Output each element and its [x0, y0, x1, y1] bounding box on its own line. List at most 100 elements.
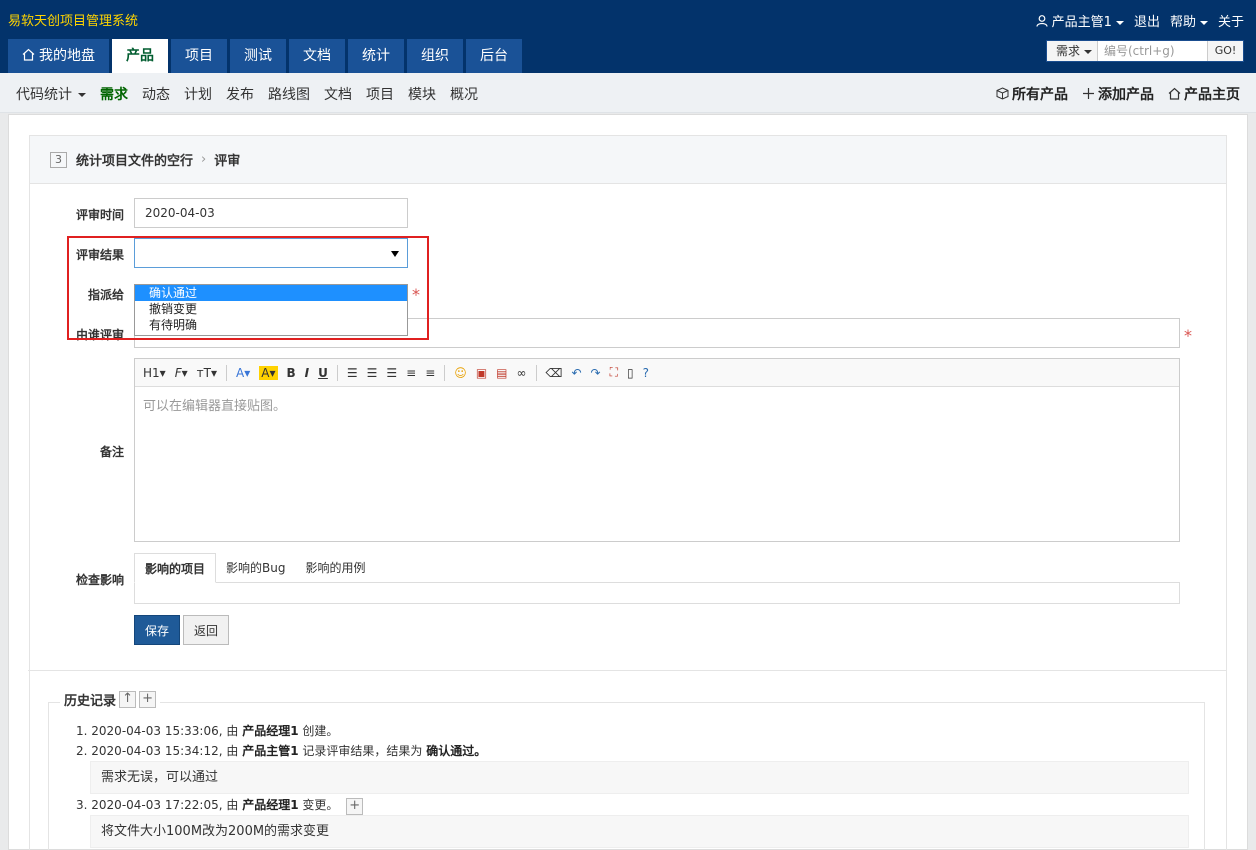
comment-editor: H1▾ F▾ тT▾ A▾ A▾ B I U ☰ ☰ ☰ ≡ ≡ ☺ ▣ ▤ ∞…	[134, 358, 1180, 542]
align-right-icon[interactable]: ☰	[386, 366, 397, 380]
nav-tab-doc[interactable]: 文档	[289, 39, 345, 73]
subnav-roadmap[interactable]: 路线图	[268, 84, 310, 104]
history-comment: 需求无误，可以通过	[90, 761, 1189, 794]
history-item: 3. 2020-04-03 17:22:05, 由 产品经理1 变更。 +	[76, 796, 364, 815]
tab-affected-bugs[interactable]: 影响的Bug	[216, 553, 295, 582]
home-icon	[22, 48, 35, 61]
editor-placeholder[interactable]: 可以在编辑器直接贴图。	[135, 387, 1179, 422]
subnav-view[interactable]: 概况	[450, 84, 478, 104]
heading-button[interactable]: H1▾	[143, 366, 166, 380]
subnav-doc[interactable]: 文档	[324, 84, 352, 104]
code-icon[interactable]: ▤	[496, 366, 507, 380]
history-item: 2. 2020-04-03 15:34:12, 由 产品主管1 记录评审结果，结…	[76, 744, 487, 758]
eraser-icon[interactable]: ⌫	[546, 366, 563, 380]
nav-tab-product[interactable]: 产品	[112, 39, 168, 73]
sub-nav: 代码统计 需求 动态 计划 发布 路线图 文档 项目 模块 概况 所有产品 添加…	[0, 73, 1256, 113]
editor-toolbar: H1▾ F▾ тT▾ A▾ A▾ B I U ☰ ☰ ☰ ≡ ≡ ☺ ▣ ▤ ∞…	[135, 359, 1179, 387]
help-icon[interactable]: ?	[643, 366, 649, 380]
history-title: 历史记录	[64, 694, 117, 709]
image-icon[interactable]: ▣	[476, 366, 487, 380]
subnav-plan[interactable]: 计划	[184, 84, 212, 104]
toolbar-separator	[226, 364, 227, 381]
required-mark: *	[1184, 326, 1192, 345]
font-family-button[interactable]: F▾	[175, 366, 188, 380]
search-type-select[interactable]: 需求	[1047, 41, 1097, 61]
redo-icon[interactable]: ↷	[591, 366, 601, 380]
breadcrumb: 3 统计项目文件的空行 › 评审	[30, 136, 1226, 184]
sub-nav-left: 代码统计 需求 动态 计划 发布 路线图 文档 项目 模块 概况	[16, 84, 478, 104]
align-left-icon[interactable]: ☰	[347, 366, 358, 380]
highlight-color-button[interactable]: A▾	[259, 365, 278, 380]
toolbar-separator	[535, 364, 537, 381]
source-icon[interactable]: ▯	[627, 366, 634, 380]
history-header: 历史记录 ↑ +	[60, 690, 161, 709]
cube-icon	[996, 87, 1009, 100]
story-title[interactable]: 统计项目文件的空行	[76, 150, 193, 169]
user-menu[interactable]: 产品主管1	[1035, 11, 1124, 30]
expand-all-icon[interactable]: +	[139, 691, 157, 708]
sub-nav-right: 所有产品 添加产品 产品主页	[996, 84, 1240, 104]
font-color-button[interactable]: A▾	[236, 366, 250, 380]
ordered-list-icon[interactable]: ≡	[406, 366, 416, 380]
plus-icon	[1083, 88, 1094, 99]
subnav-project[interactable]: 项目	[366, 84, 394, 104]
add-product-link[interactable]: 添加产品	[1082, 84, 1154, 104]
chevron-down-icon	[1115, 20, 1124, 25]
fullscreen-icon[interactable]: ⛶	[610, 365, 618, 380]
subnav-dynamic[interactable]: 动态	[142, 84, 170, 104]
impact-tab-panel	[134, 583, 1180, 604]
tab-affected-projects[interactable]: 影响的项目	[134, 553, 217, 583]
help-menu[interactable]: 帮助	[1170, 11, 1208, 30]
reverse-order-icon[interactable]: ↑	[119, 691, 137, 708]
back-button[interactable]: 返回	[183, 615, 229, 645]
tab-affected-cases[interactable]: 影响的用例	[295, 553, 375, 582]
underline-button[interactable]: U	[318, 366, 328, 380]
breadcrumb-separator: ›	[201, 152, 207, 167]
home-icon	[1168, 87, 1181, 100]
search-go-button[interactable]: GO!	[1207, 41, 1243, 61]
logout-link[interactable]: 退出	[1134, 11, 1160, 30]
nav-tab-admin[interactable]: 后台	[466, 39, 522, 73]
header: 易软天创项目管理系统 产品主管1 退出 帮助 关于 我的地盘 产品 项目 测试 …	[0, 0, 1256, 73]
nav-tab-test[interactable]: 测试	[230, 39, 286, 73]
user-icon	[1035, 15, 1048, 27]
page-title: 评审	[214, 154, 241, 169]
section-divider	[28, 670, 1226, 671]
chevron-down-icon	[1199, 20, 1208, 25]
subnav-code-stats[interactable]: 代码统计	[16, 84, 86, 104]
undo-icon[interactable]: ↶	[571, 366, 581, 380]
impact-tabs: 影响的项目 影响的Bug 影响的用例	[134, 553, 1180, 604]
unordered-list-icon[interactable]: ≡	[425, 366, 435, 380]
align-center-icon[interactable]: ☰	[367, 366, 378, 380]
impact-label: 检查影响	[75, 573, 124, 587]
subnav-story[interactable]: 需求	[100, 84, 128, 104]
font-size-button[interactable]: тT▾	[197, 366, 217, 380]
nav-tab-report[interactable]: 统计	[348, 39, 404, 73]
review-date-label: 评审时间	[75, 208, 124, 222]
main-nav: 我的地盘 产品 项目 测试 文档 统计 组织 后台	[8, 39, 525, 73]
nav-tab-my[interactable]: 我的地盘	[8, 39, 109, 73]
user-name: 产品主管1	[1051, 15, 1112, 30]
subnav-release[interactable]: 发布	[226, 84, 254, 104]
toolbar-separator	[336, 364, 338, 381]
chevron-down-icon	[78, 93, 86, 97]
link-icon[interactable]: ∞	[517, 366, 527, 380]
nav-tab-project[interactable]: 项目	[171, 39, 227, 73]
search-box: 需求 编号(ctrl+g) GO!	[1046, 40, 1244, 62]
italic-button[interactable]: I	[305, 366, 309, 380]
review-date-input[interactable]: 2020-04-03	[134, 198, 408, 228]
emoticon-icon[interactable]: ☺	[454, 366, 467, 380]
expand-change-icon[interactable]: +	[346, 798, 364, 815]
comment-label: 备注	[99, 445, 124, 459]
product-home-link[interactable]: 产品主页	[1168, 84, 1240, 104]
bold-button[interactable]: B	[287, 366, 296, 380]
history-item: 1. 2020-04-03 15:33:06, 由 产品经理1 创建。	[76, 724, 339, 738]
nav-tab-company[interactable]: 组织	[407, 39, 463, 73]
history-comment: 将文件大小100M改为200M的需求变更	[90, 815, 1189, 848]
app-title: 易软天创项目管理系统	[8, 14, 139, 29]
all-products-link[interactable]: 所有产品	[996, 84, 1068, 104]
subnav-module[interactable]: 模块	[408, 84, 436, 104]
about-link[interactable]: 关于	[1218, 11, 1244, 30]
search-input[interactable]: 编号(ctrl+g)	[1097, 41, 1207, 61]
save-button[interactable]: 保存	[134, 615, 180, 645]
